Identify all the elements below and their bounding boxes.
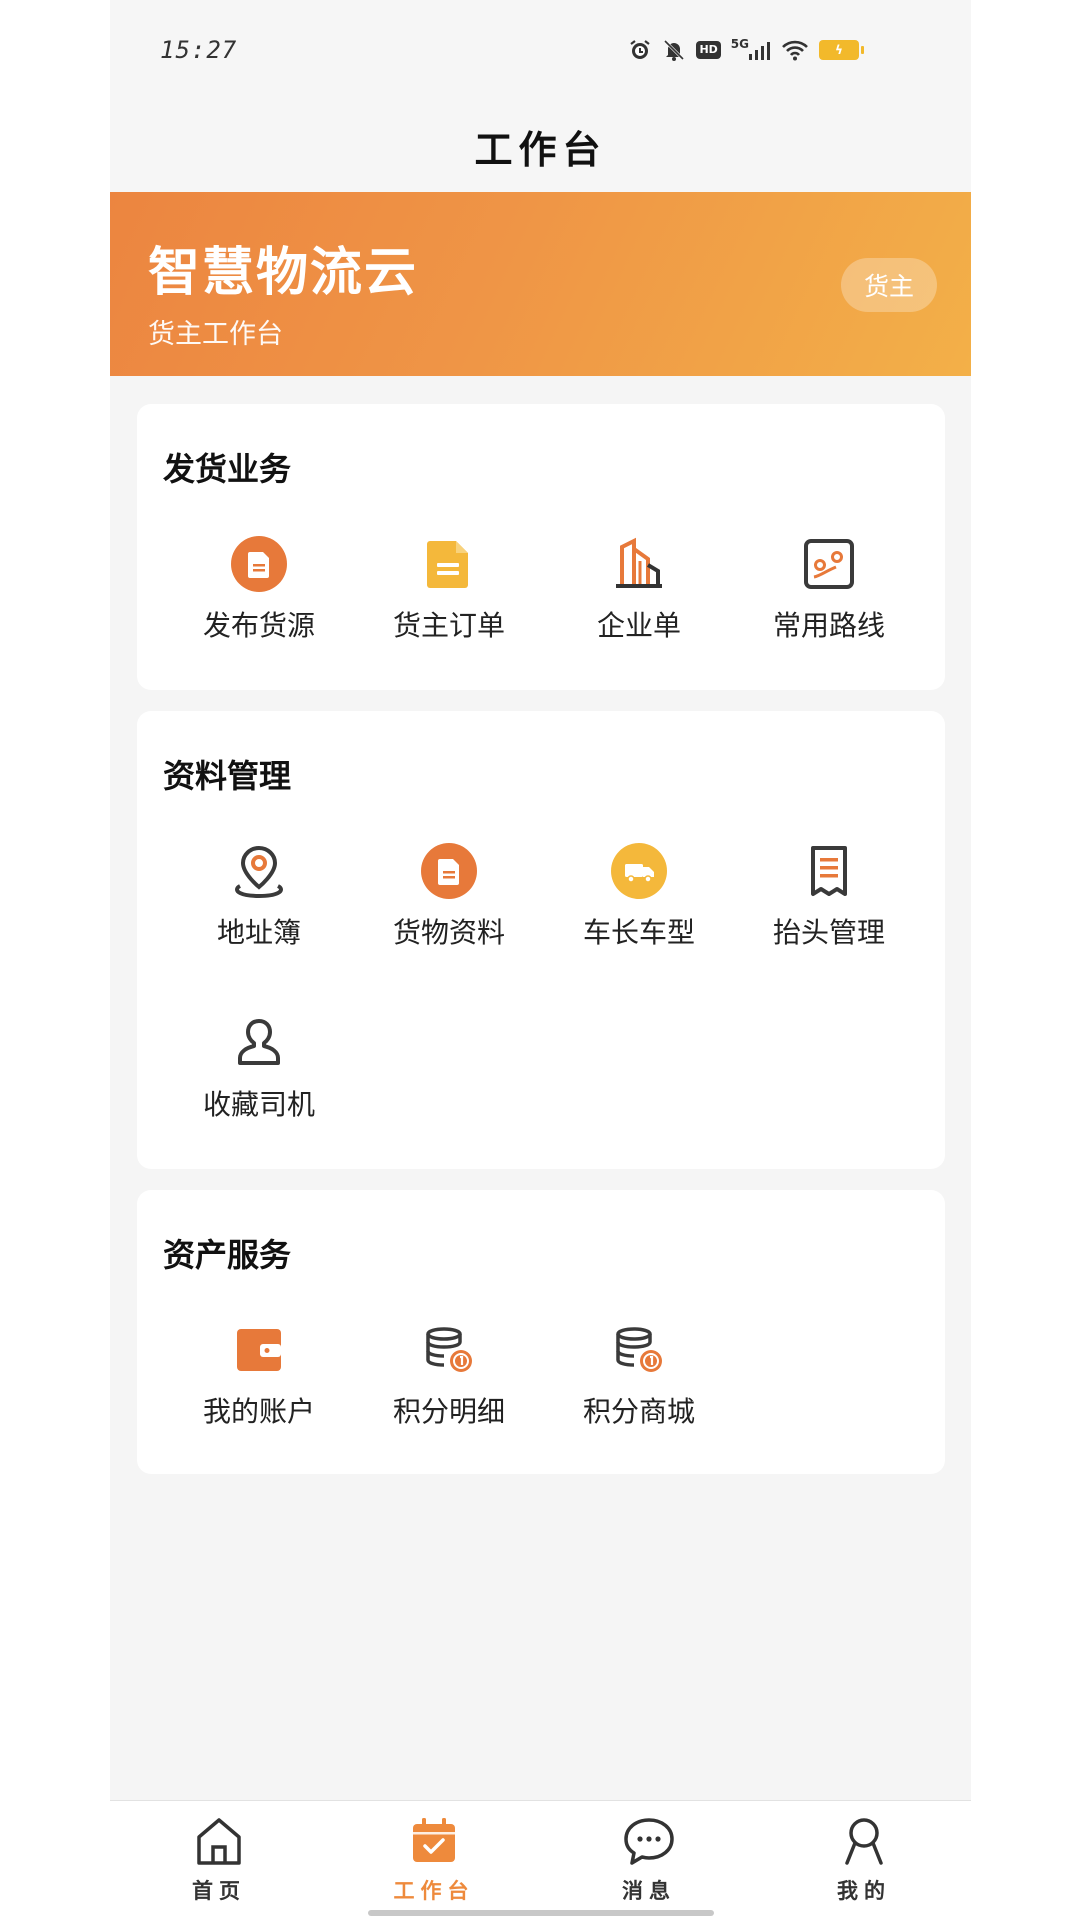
- tile-vehicle-type[interactable]: 车长车型: [544, 841, 734, 961]
- tile-label: 积分商城: [582, 1395, 695, 1428]
- nav-label: 首页: [192, 1878, 246, 1903]
- nav-messages[interactable]: 消息: [579, 1815, 719, 1911]
- mute-icon: [662, 38, 686, 62]
- banner-subtitle: 货主工作台: [148, 319, 283, 350]
- hd-label: HD: [696, 41, 721, 59]
- tile-label: 常用路线: [772, 609, 885, 642]
- nav-label: 消息: [622, 1878, 676, 1903]
- bottom-nav: 首页 工作台 消息 我的: [110, 1800, 971, 1920]
- section-title: 资料管理: [163, 757, 292, 795]
- tile-label: 车长车型: [582, 916, 695, 949]
- tile-favorite-drivers[interactable]: 收藏司机: [164, 1013, 354, 1133]
- tile-label: 地址簿: [216, 916, 301, 949]
- tile-label: 企业单: [596, 609, 681, 642]
- 5g-signal-icon: 5G: [730, 37, 771, 60]
- page-title: 工作台: [474, 126, 607, 172]
- hd-icon: HD: [696, 41, 721, 59]
- banner-title: 智慧物流云: [148, 243, 419, 303]
- home-icon: [194, 1815, 244, 1871]
- tile-invoice-title[interactable]: 抬头管理: [734, 841, 924, 961]
- order-document-icon: [419, 534, 479, 594]
- building-icon: [609, 534, 669, 594]
- tile-label: 货物资料: [392, 916, 505, 949]
- status-bar: 15:27 HD 5G ϟ: [110, 0, 971, 100]
- section-shipping: 发货业务 发布货源 货主订单 企业单 常用路线: [137, 404, 945, 690]
- location-pin-icon: [229, 841, 289, 901]
- network-label: 5G: [730, 37, 749, 51]
- workbench-calendar-icon: [409, 1815, 459, 1871]
- tile-label: 货主订单: [392, 609, 505, 642]
- tile-shipper-orders[interactable]: 货主订单: [354, 534, 544, 654]
- route-map-icon: [799, 534, 859, 594]
- section-title: 发货业务: [163, 450, 292, 488]
- nav-label: 工作台: [393, 1878, 475, 1903]
- battery-icon: ϟ: [819, 40, 864, 60]
- tile-label: 我的账户: [202, 1395, 315, 1428]
- nav-label: 我的: [837, 1878, 891, 1903]
- hero-banner: 智慧物流云 货主工作台 货主: [110, 192, 971, 376]
- nav-workbench[interactable]: 工作台: [364, 1815, 504, 1911]
- tile-label: 积分明细: [392, 1395, 505, 1428]
- tile-cargo-info[interactable]: 货物资料: [354, 841, 544, 961]
- tile-address-book[interactable]: 地址簿: [164, 841, 354, 961]
- driver-user-icon: [229, 1013, 289, 1073]
- wifi-icon: [781, 39, 809, 61]
- tile-publish-cargo[interactable]: 发布货源: [164, 534, 354, 654]
- title-bar: 工作台: [110, 100, 971, 192]
- nav-home[interactable]: 首页: [149, 1815, 289, 1911]
- points-coins-icon: [419, 1320, 479, 1380]
- role-badge[interactable]: 货主: [841, 258, 937, 312]
- status-time: 15:27: [160, 36, 238, 64]
- publish-cargo-icon: [229, 534, 289, 594]
- tile-label: 发布货源: [202, 609, 315, 642]
- message-bubble-icon: [622, 1815, 676, 1871]
- tile-label: 收藏司机: [202, 1088, 315, 1121]
- tile-my-account[interactable]: 我的账户: [164, 1320, 354, 1440]
- tile-enterprise-orders[interactable]: 企业单: [544, 534, 734, 654]
- points-mall-icon: [609, 1320, 669, 1380]
- tile-common-routes[interactable]: 常用路线: [734, 534, 924, 654]
- receipt-icon: [799, 841, 859, 901]
- wallet-icon: [229, 1320, 289, 1380]
- app-screen: 15:27 HD 5G ϟ 工作台 智慧物流云 货主工作台 货主 发货业务 发布…: [110, 0, 971, 1920]
- nav-profile[interactable]: 我的: [794, 1815, 934, 1911]
- home-indicator[interactable]: [368, 1910, 714, 1916]
- section-data-management: 资料管理 地址簿 货物资料 车长车型 抬头管理 收藏司机: [137, 711, 945, 1169]
- profile-icon: [839, 1815, 889, 1871]
- tile-points-detail[interactable]: 积分明细: [354, 1320, 544, 1440]
- tile-points-mall[interactable]: 积分商城: [544, 1320, 734, 1440]
- section-asset-services: 资产服务 我的账户 积分明细 积分商城: [137, 1190, 945, 1474]
- cargo-info-icon: [419, 841, 479, 901]
- section-title: 资产服务: [163, 1236, 292, 1274]
- screen-background: 15:27 HD 5G ϟ 工作台 智慧物流云 货主工作台 货主 发货业务 发布…: [0, 0, 1080, 1920]
- truck-icon: [609, 841, 669, 901]
- tile-label: 抬头管理: [772, 916, 885, 949]
- status-icons: HD 5G ϟ: [628, 36, 864, 64]
- alarm-icon: [628, 38, 652, 62]
